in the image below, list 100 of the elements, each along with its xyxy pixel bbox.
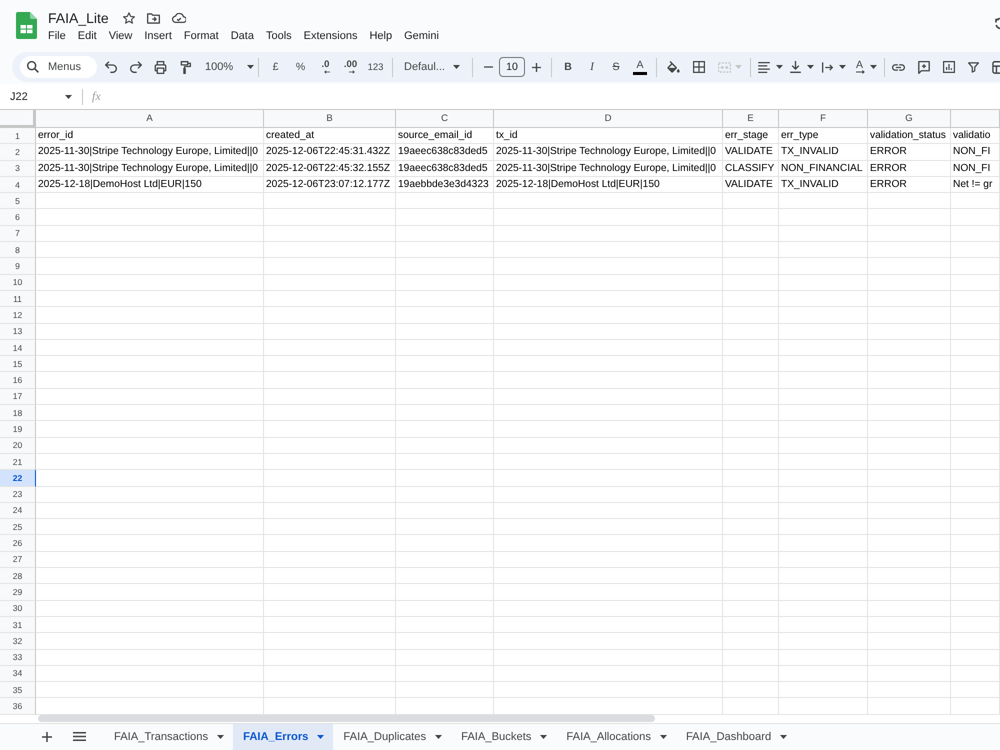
row-number[interactable]: 20: [0, 438, 36, 454]
currency-button[interactable]: £: [263, 55, 288, 79]
row-number[interactable]: 21: [0, 454, 36, 470]
row-number[interactable]: 15: [0, 356, 36, 372]
caret-icon: [839, 65, 846, 69]
zoom-dropdown[interactable]: 100%: [198, 55, 254, 79]
row-number[interactable]: 18: [0, 405, 36, 422]
column-header[interactable]: F: [779, 110, 868, 128]
row-number[interactable]: 36: [0, 698, 36, 715]
table-cell: validation_status: [868, 128, 951, 144]
row-number[interactable]: 12: [0, 307, 36, 324]
row-number[interactable]: 1: [0, 128, 36, 144]
row-number[interactable]: 24: [0, 502, 36, 520]
table-cell: NON_FINANCIAL: [779, 160, 868, 177]
row-number[interactable]: 11: [0, 290, 36, 308]
row-number[interactable]: 31: [0, 616, 36, 634]
menu-item[interactable]: Help: [369, 30, 392, 42]
caret-icon: [870, 65, 878, 69]
caret-icon: [660, 735, 667, 740]
redo-icon: [130, 61, 142, 73]
row-number[interactable]: 27: [0, 552, 36, 568]
row-number[interactable]: 25: [0, 519, 36, 536]
empty-cell: [951, 486, 1000, 503]
text-color-button[interactable]: A: [628, 55, 652, 79]
column-header[interactable]: B: [264, 110, 396, 128]
row-number[interactable]: 5: [0, 193, 36, 210]
column-header[interactable]: G: [868, 110, 951, 128]
menu-item[interactable]: Tools: [266, 30, 292, 42]
row-number[interactable]: 29: [0, 584, 36, 601]
wrap-icon: [822, 62, 833, 72]
name-box[interactable]: J22: [6, 86, 76, 106]
empty-cell: [951, 405, 1000, 422]
column-header[interactable]: E: [723, 110, 779, 128]
menu-item[interactable]: Insert: [144, 30, 172, 42]
menu-item[interactable]: File: [48, 30, 66, 42]
sheet-tab[interactable]: FAIA_Duplicates: [333, 724, 452, 750]
text-rotation-button[interactable]: A: [851, 55, 883, 79]
table-cell: VALIDATE: [723, 176, 779, 194]
row-number[interactable]: 23: [0, 486, 36, 503]
row-number[interactable]: 35: [0, 682, 36, 698]
row-number[interactable]: 16: [0, 372, 36, 389]
row-number[interactable]: 3: [0, 160, 36, 177]
row-number[interactable]: 30: [0, 600, 36, 617]
row-number[interactable]: 34: [0, 666, 36, 682]
row-number[interactable]: 9: [0, 258, 36, 275]
sheet-tab[interactable]: FAIA_Allocations: [556, 724, 676, 750]
row-number[interactable]: 22: [0, 470, 36, 487]
increase-decimal-button[interactable]: .00: [338, 55, 363, 79]
column-header[interactable]: D: [494, 110, 723, 128]
italic-button[interactable]: I: [580, 55, 604, 79]
folder-icon[interactable]: [146, 12, 160, 24]
menu-item[interactable]: Extensions: [304, 30, 358, 42]
row-number[interactable]: 4: [0, 176, 36, 194]
menu-item[interactable]: Data: [230, 30, 254, 42]
column-header[interactable]: C: [396, 110, 494, 128]
sheet-tab[interactable]: FAIA_Dashboard: [676, 724, 796, 750]
sheets-logo-icon[interactable]: [16, 12, 37, 39]
row-number[interactable]: 6: [0, 209, 36, 226]
row-number[interactable]: 33: [0, 650, 36, 666]
row-number[interactable]: 13: [0, 324, 36, 340]
merge-icon: [718, 62, 731, 72]
column-header[interactable]: A: [36, 110, 264, 128]
history-icon[interactable]: [995, 17, 1000, 30]
star-icon[interactable]: [122, 12, 135, 24]
cloud-check-icon[interactable]: [172, 13, 186, 23]
bold-button[interactable]: B: [556, 55, 580, 79]
row-number[interactable]: 19: [0, 421, 36, 438]
document-title[interactable]: FAIA_Lite: [48, 9, 109, 27]
sheet-tab[interactable]: FAIA_Transactions: [104, 724, 234, 750]
menu-item[interactable]: View: [108, 30, 132, 42]
search-field[interactable]: Menus: [20, 56, 97, 78]
sheet-tab[interactable]: FAIA_Buckets: [451, 724, 556, 750]
row-number[interactable]: 17: [0, 388, 36, 406]
sheet-tab[interactable]: FAIA_Errors: [233, 724, 334, 750]
row-number[interactable]: 28: [0, 568, 36, 584]
strikethrough-button[interactable]: S: [604, 55, 628, 79]
menu-item[interactable]: Format: [184, 30, 219, 42]
caret-icon: [807, 65, 814, 69]
row-number[interactable]: 32: [0, 633, 36, 650]
row-number[interactable]: 14: [0, 340, 36, 356]
plus-icon: [532, 62, 540, 72]
percent-button[interactable]: %: [288, 55, 313, 79]
menu-item[interactable]: Edit: [78, 30, 97, 42]
table-cell: ERROR: [868, 144, 951, 161]
decrease-decimal-button[interactable]: .0: [313, 55, 338, 79]
row-number[interactable]: 10: [0, 274, 36, 291]
empty-cell: [723, 584, 779, 601]
scrollbar-thumb[interactable]: [38, 715, 655, 722]
table-cell: ERROR: [868, 160, 951, 177]
row-number[interactable]: 7: [0, 226, 36, 242]
table-cell: validatio: [951, 128, 1000, 144]
menu-item[interactable]: Gemini: [404, 30, 439, 42]
font-size-field[interactable]: 10: [499, 57, 525, 77]
row-number[interactable]: 2: [0, 144, 36, 161]
number-format-button[interactable]: 123: [363, 55, 388, 79]
empty-cell: [723, 193, 779, 210]
row-number[interactable]: 8: [0, 242, 36, 258]
row-number[interactable]: 26: [0, 535, 36, 552]
font-dropdown[interactable]: Defaul...: [397, 55, 468, 79]
empty-cell: [951, 470, 1000, 487]
